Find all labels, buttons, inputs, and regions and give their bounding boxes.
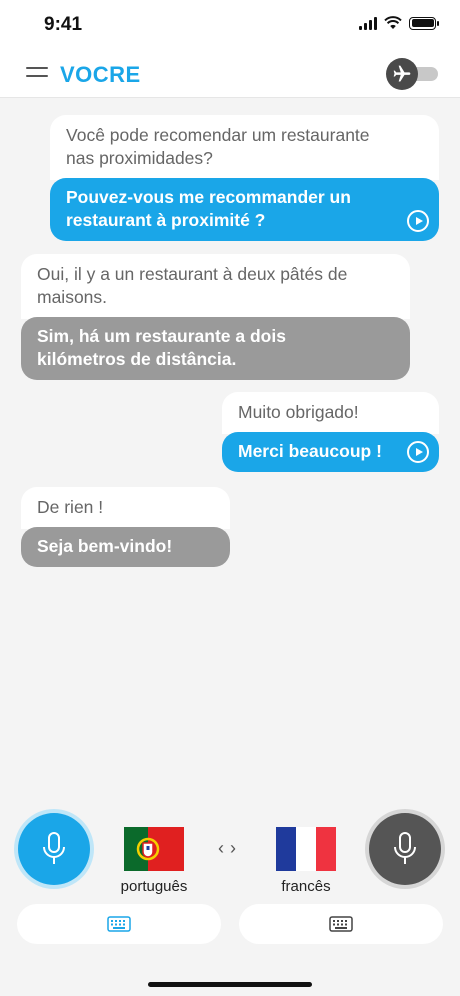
app-logo: VOCRE: [60, 62, 141, 87]
status-time: 9:41: [44, 14, 83, 35]
wifi-icon: [384, 16, 402, 29]
france-flag-icon[interactable]: [276, 827, 336, 871]
right-language-label[interactable]: francês: [246, 878, 366, 895]
language-bar: ‹› português francês: [0, 798, 460, 996]
airplane-icon: [386, 58, 418, 90]
message-pair-3: Muito obrigado! Merci beaucoup !: [222, 392, 439, 472]
message-original: De rien !: [21, 487, 230, 529]
right-keyboard-button[interactable]: [239, 904, 443, 944]
left-language-label[interactable]: português: [94, 878, 214, 895]
home-indicator[interactable]: [148, 982, 312, 987]
app-header: VOCRE: [0, 50, 460, 98]
message-original: Oui, il y a un restaurant à deux pâtés d…: [21, 254, 410, 319]
message-translation: Merci beaucoup !: [222, 432, 439, 472]
message-pair-1: Você pode recomendar um restaurante nas …: [50, 115, 439, 241]
menu-button[interactable]: [26, 67, 48, 81]
conversation: Você pode recomendar um restaurante nas …: [0, 98, 460, 798]
cellular-signal-icon: [359, 16, 377, 30]
message-translation: Seja bem-vindo!: [21, 527, 230, 567]
status-icons: [359, 16, 439, 30]
portugal-flag-icon[interactable]: [124, 827, 184, 871]
microphone-icon: [43, 832, 65, 864]
message-pair-2: Oui, il y a un restaurant à deux pâtés d…: [21, 254, 410, 380]
keyboard-icon: [107, 916, 131, 932]
translation-text: Merci beaucoup !: [238, 441, 382, 461]
microphone-icon: [394, 832, 416, 864]
status-bar: 9:41: [0, 0, 460, 50]
message-original: Muito obrigado!: [222, 392, 439, 434]
message-original: Você pode recomendar um restaurante nas …: [50, 115, 439, 180]
left-microphone-button[interactable]: [18, 813, 90, 885]
right-microphone-button[interactable]: [369, 813, 441, 885]
message-translation: Pouvez-vous me recommander un restaurant…: [50, 178, 439, 241]
left-keyboard-button[interactable]: [17, 904, 221, 944]
translation-text: Pouvez-vous me recommander un restaurant…: [66, 187, 351, 230]
offline-mode-toggle[interactable]: [386, 58, 438, 90]
message-translation: Sim, há um restaurante a dois kilómetros…: [21, 317, 410, 380]
play-icon[interactable]: [407, 441, 429, 463]
play-icon[interactable]: [407, 210, 429, 232]
battery-icon: [409, 16, 439, 30]
keyboard-icon: [329, 916, 353, 932]
swap-languages-button[interactable]: ‹›: [212, 838, 248, 860]
message-pair-4: De rien ! Seja bem-vindo!: [21, 487, 230, 567]
